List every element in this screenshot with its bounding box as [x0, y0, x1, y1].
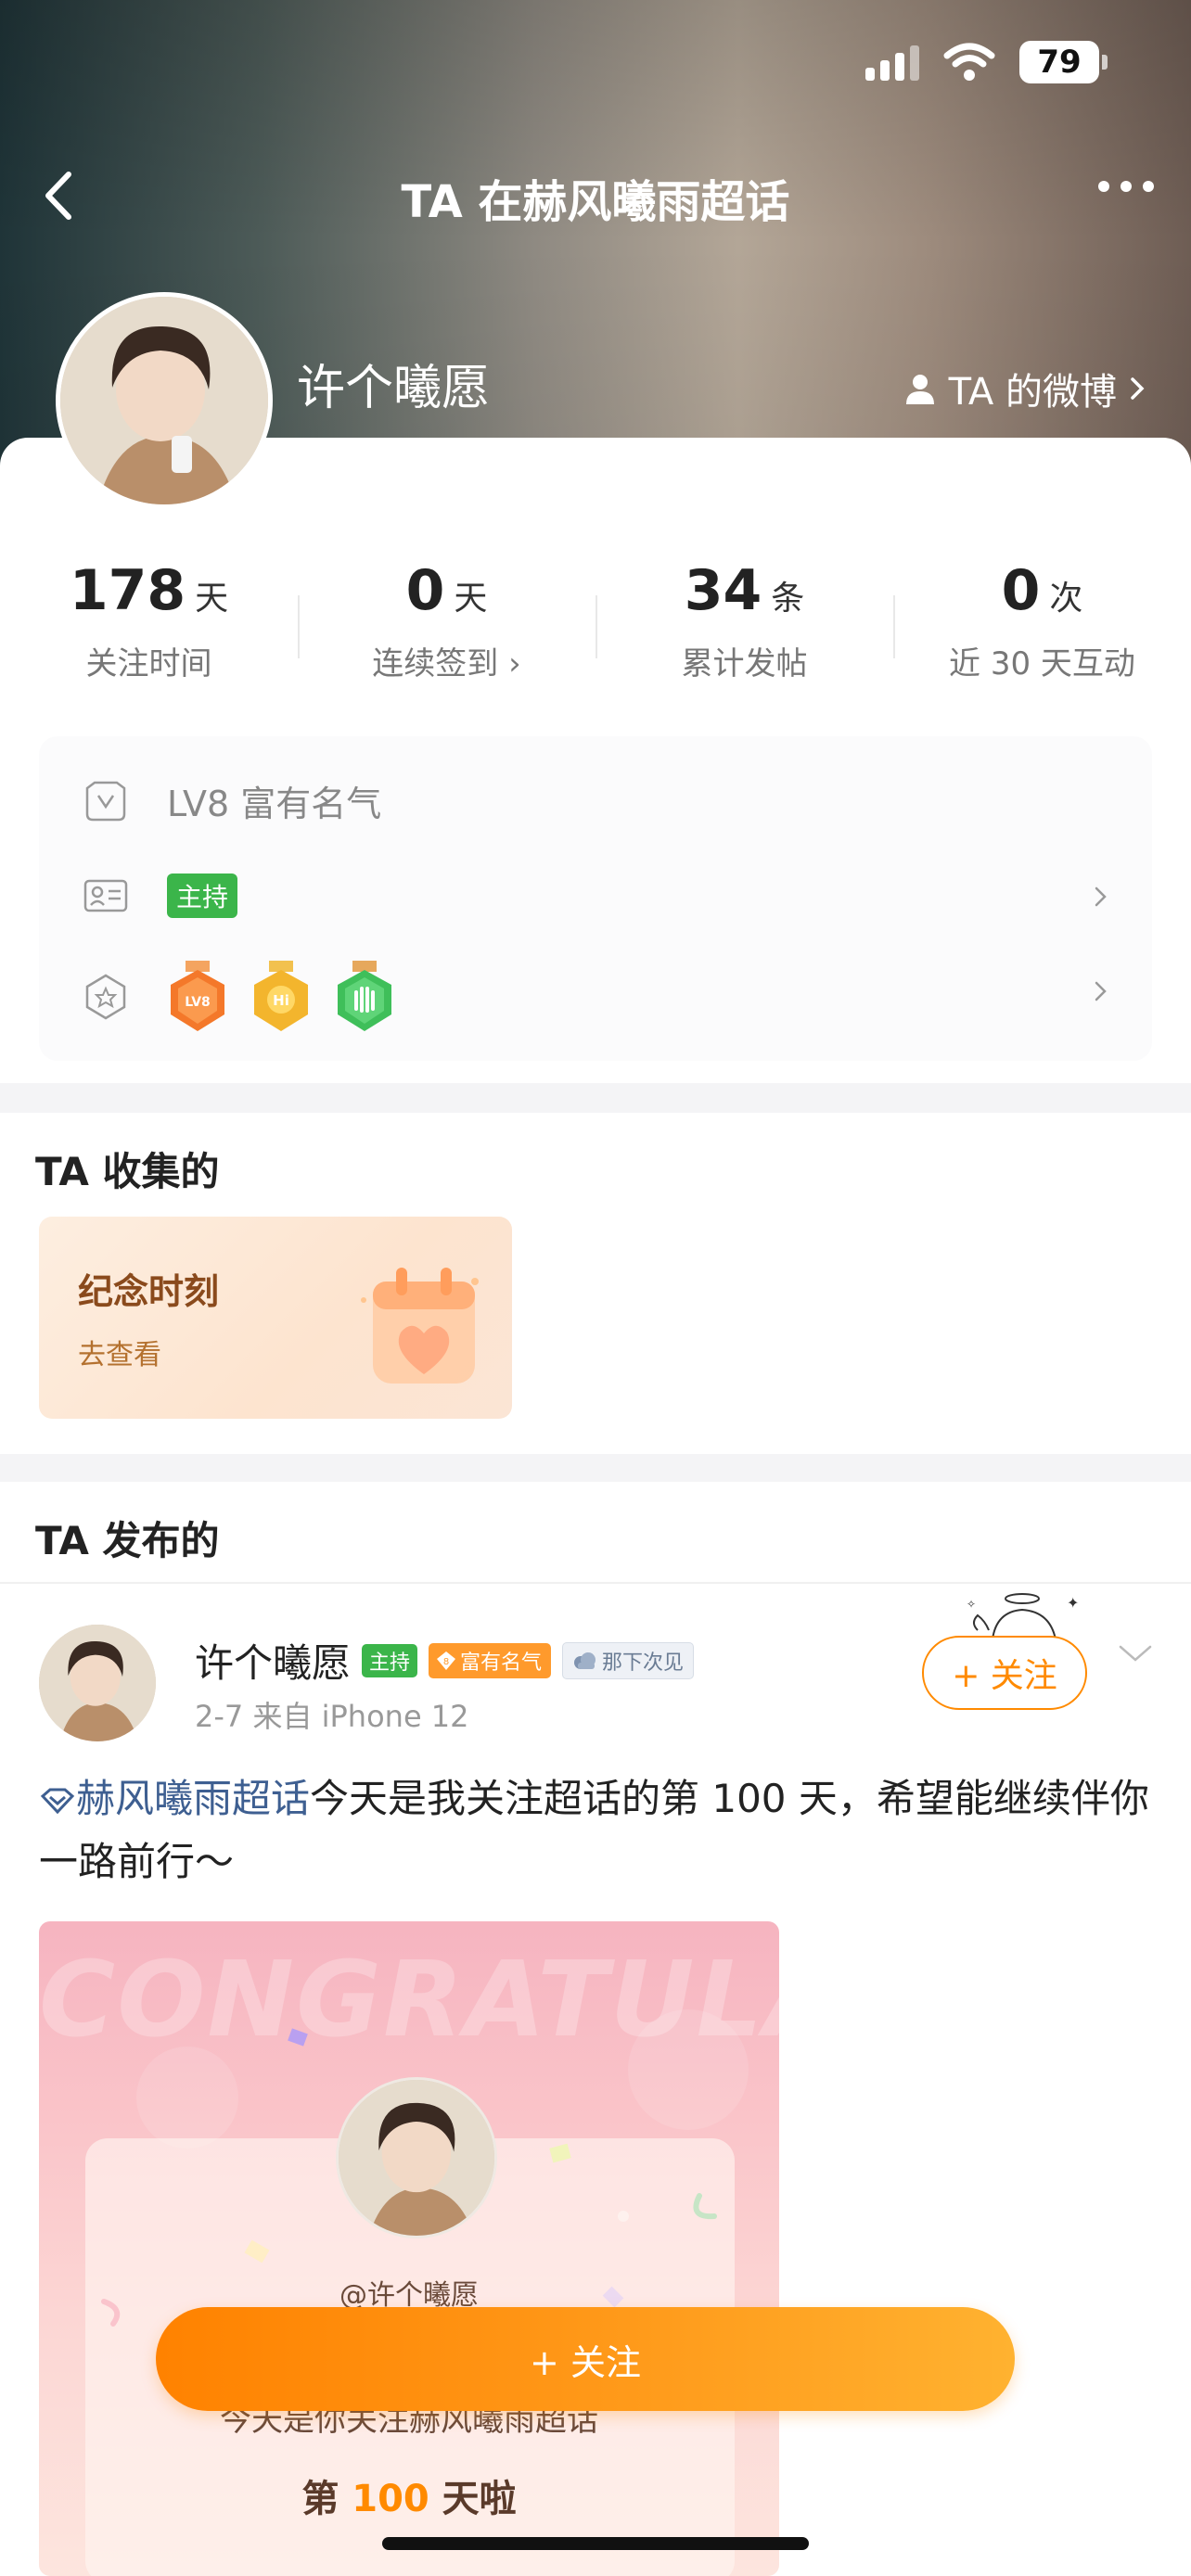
stat-label: 累计发帖	[681, 645, 808, 682]
chevron-right-icon	[1131, 377, 1145, 400]
post-author-avatar[interactable]	[39, 1625, 156, 1741]
level-row: LV8 富有名气	[83, 775, 381, 826]
stat-value: 178	[69, 558, 186, 623]
cloud-badge: 那下次见	[562, 1641, 695, 1679]
stat-unit: 天	[454, 580, 488, 618]
stat-unit: 次	[1049, 580, 1083, 618]
image-avatar	[336, 2077, 497, 2238]
host-tag: 主持	[167, 874, 238, 918]
lv8-medal-icon: LV8	[171, 961, 224, 1031]
stat-label: 近 30 天互动	[949, 645, 1135, 682]
person-icon	[905, 375, 934, 404]
stat-value: 0	[405, 558, 445, 623]
stat-checkin[interactable]: 0天 连续签到 ›	[298, 558, 596, 683]
level-text: LV8 富有名气	[167, 784, 382, 824]
collection-section: TA 收集的 纪念时刻 去查看	[0, 1113, 1191, 1454]
fame-badge-label: 富有名气	[460, 1651, 543, 1675]
host-badge: 主持	[362, 1643, 418, 1677]
stat-value: 0	[1001, 558, 1041, 623]
level-shield-icon	[85, 781, 126, 821]
medals-row[interactable]: LV8 Hi	[83, 961, 417, 1033]
info-box: LV8 富有名气 主持 LV8 Hi	[39, 736, 1152, 1061]
stat-label: 连续签到 ›	[372, 645, 521, 682]
post-author-row: 许个曦愿 主持 8 富有名气 那下次见	[195, 1632, 695, 1689]
cellular-signal-icon	[865, 44, 919, 81]
avatar[interactable]	[56, 292, 273, 509]
caption-prefix: 第	[301, 2478, 352, 2520]
chevron-down-icon[interactable]	[1117, 1643, 1154, 1665]
post-text: 赫风曦雨超话今天是我关注超话的第 100 天，希望能继续伴你一路前行～	[39, 1767, 1161, 1894]
svg-text:8: 8	[443, 1657, 449, 1667]
nav-bar: TA 在赫风曦雨超话	[0, 148, 1191, 241]
chevron-right-icon[interactable]	[1089, 980, 1111, 1002]
medal-outline-icon	[85, 974, 126, 1020]
caption-suffix: 天啦	[429, 2478, 517, 2520]
post-author-name[interactable]: 许个曦愿	[195, 1632, 351, 1689]
svg-text:Hi: Hi	[273, 992, 289, 1009]
cloud-icon	[574, 1651, 596, 1669]
id-card-icon	[83, 879, 128, 912]
stat-value: 34	[684, 558, 762, 623]
svg-text:✧: ✧	[967, 1598, 976, 1611]
clap-medal-icon	[338, 961, 391, 1031]
hi-medal-icon: Hi	[254, 961, 308, 1031]
floating-follow-button[interactable]: + 关注	[156, 2307, 1015, 2411]
battery-level: 79	[1019, 41, 1099, 83]
wifi-icon	[943, 43, 995, 81]
chevron-right-icon[interactable]	[1089, 886, 1111, 908]
stat-interactions: 0次 近 30 天互动	[893, 558, 1191, 683]
post-meta: 2-7 来自 iPhone 12	[195, 1699, 469, 1734]
avatar-photo	[60, 297, 268, 504]
home-indicator[interactable]	[382, 2537, 809, 2550]
stat-follow-days: 178 天 关注时间	[0, 558, 298, 683]
caption-number: 100	[352, 2478, 429, 2520]
angel-mascot-icon: ✦ ✧	[967, 1593, 1079, 1640]
svg-text:✦: ✦	[1067, 1594, 1079, 1612]
section-title: TA 发布的	[35, 1518, 220, 1563]
battery-icon: 79	[1019, 41, 1108, 83]
profile-name: 许个曦愿	[297, 361, 491, 416]
weibo-link-label: TA 的微博	[948, 371, 1117, 414]
memorial-moment-card[interactable]: 纪念时刻 去查看	[39, 1217, 512, 1419]
profile-card: 178 天 关注时间 0天 连续签到 › 34 条 累计发帖 0次 近 30 天互动…	[0, 438, 1191, 1083]
more-button[interactable]	[1098, 181, 1154, 192]
stat-posts: 34 条 累计发帖	[596, 558, 893, 683]
status-bar: 79	[865, 41, 1108, 83]
topic-link[interactable]: 赫风曦雨超话	[76, 1776, 310, 1821]
supertopic-diamond-icon	[40, 1788, 75, 1815]
memo-link: 去查看	[78, 1339, 161, 1371]
stat-unit: 天	[195, 580, 229, 618]
more-dots-icon	[1098, 181, 1109, 192]
diamond-level-icon: 8	[437, 1651, 456, 1670]
stat-label: 关注时间	[85, 645, 212, 682]
svg-text:LV8: LV8	[185, 995, 211, 1010]
avatar-photo	[39, 1625, 156, 1741]
cloud-badge-label: 那下次见	[602, 1651, 685, 1675]
section-title: TA 收集的	[35, 1149, 220, 1194]
role-row[interactable]: 主持	[83, 874, 238, 918]
image-caption-2: 第 100 天啦	[39, 2468, 779, 2522]
post-follow-button[interactable]: + 关注	[922, 1636, 1087, 1710]
post-image[interactable]: CONGRATULATE @许个曦愿 今天是你关注赫风曦雨超话 第 100 天啦	[39, 1921, 779, 2576]
fame-badge: 8 富有名气	[429, 1642, 552, 1678]
stats-row: 178 天 关注时间 0天 连续签到 › 34 条 累计发帖 0次 近 30 天互动	[0, 558, 1191, 683]
weibo-profile-link[interactable]: TA 的微博	[903, 362, 1146, 415]
memo-title: 纪念时刻	[78, 1271, 220, 1312]
page-title: TA 在赫风曦雨超话	[401, 176, 790, 228]
stat-unit: 条	[771, 580, 805, 618]
calendar-heart-icon	[361, 1268, 479, 1384]
